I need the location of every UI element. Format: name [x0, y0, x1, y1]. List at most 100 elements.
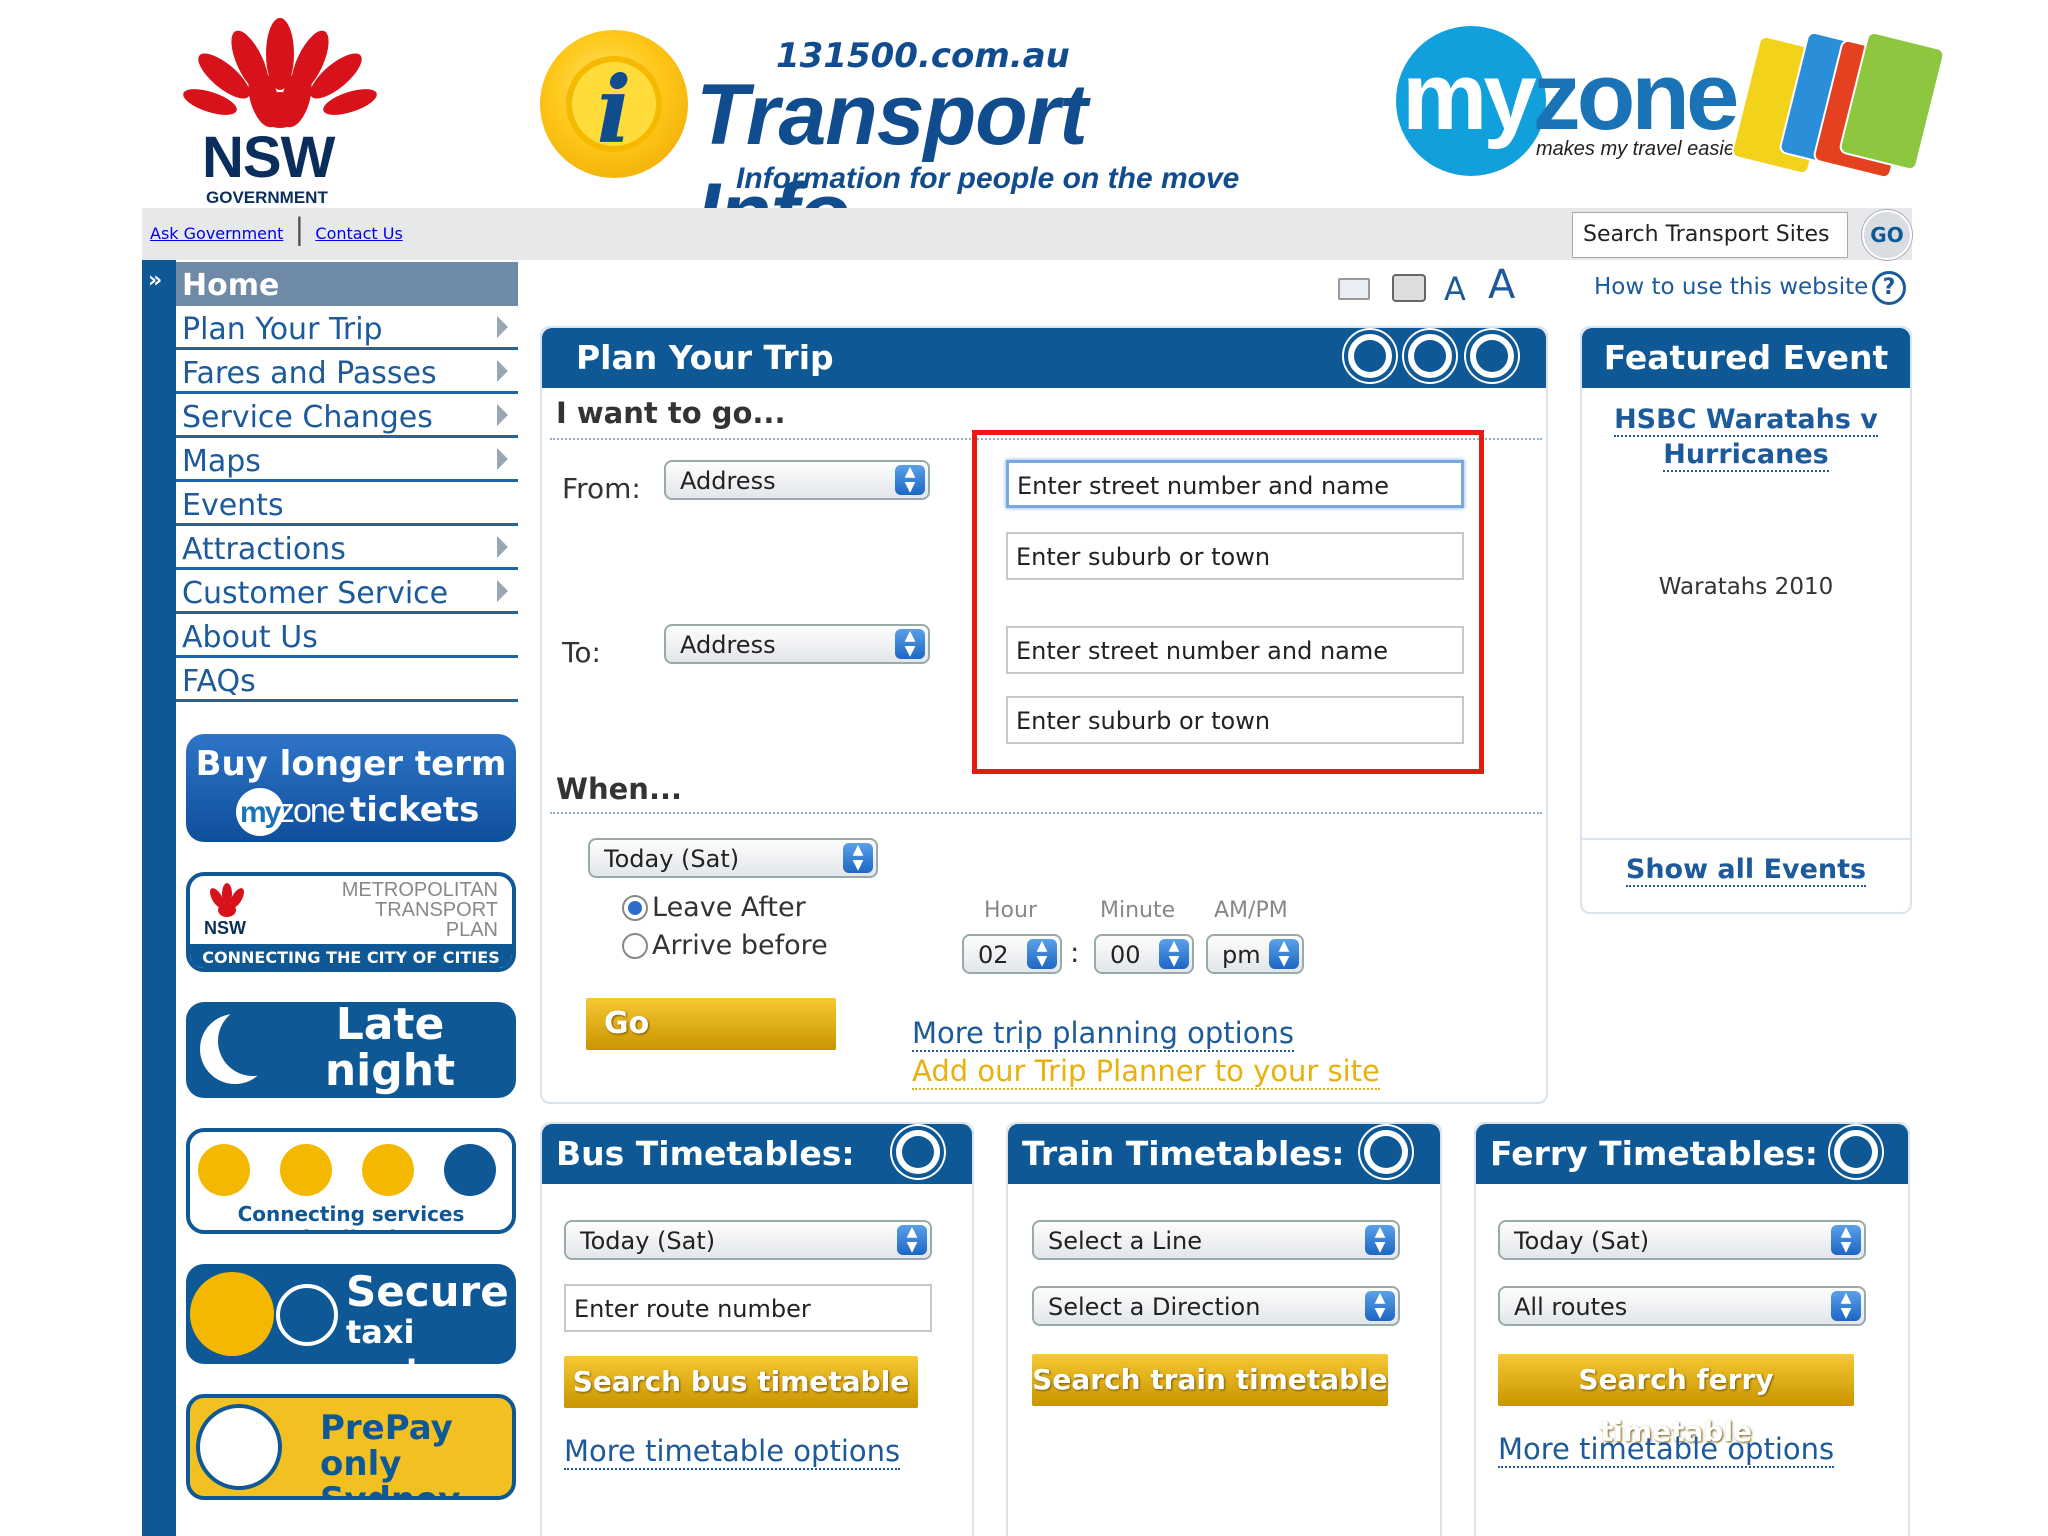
- hour-label: Hour: [984, 898, 1037, 923]
- from-label: From:: [562, 472, 641, 505]
- train-icon[interactable]: [1404, 330, 1456, 382]
- chevron-right-icon: [497, 536, 508, 558]
- promo-line: Buy longer term: [195, 744, 507, 784]
- promo-feedback-text: Connecting services feedback: [237, 1202, 465, 1230]
- waratah-mini-icon: [204, 882, 250, 918]
- email-page-icon[interactable]: [1338, 278, 1370, 300]
- chevron-updown-icon: ▲ ▼: [1831, 1225, 1861, 1255]
- to-suburb-input[interactable]: Enter suburb or town: [1006, 696, 1464, 744]
- font-small-button[interactable]: A: [1444, 270, 1466, 308]
- link-separator: |: [294, 212, 305, 246]
- featured-event-link[interactable]: HSBC Waratahs v Hurricanes: [1590, 404, 1902, 472]
- sidebar-item-label: Customer Service: [182, 576, 449, 611]
- sidebar-item-plan-your-trip[interactable]: Plan Your Trip: [176, 306, 518, 350]
- time-colon: :: [1070, 936, 1080, 969]
- train-direction-value: Select a Direction: [1048, 1293, 1261, 1321]
- sidebar-item-maps[interactable]: Maps: [176, 438, 518, 482]
- divider: [550, 812, 1542, 814]
- sidebar-item-events[interactable]: Events: [176, 482, 518, 526]
- chevron-updown-icon: ▲ ▼: [1269, 939, 1299, 969]
- sidebar-item-label: Service Changes: [182, 400, 433, 435]
- train-line-value: Select a Line: [1048, 1227, 1203, 1255]
- search-go-button[interactable]: GO: [1862, 210, 1912, 260]
- bus-icon[interactable]: [1466, 330, 1518, 382]
- show-all-events-link[interactable]: Show all Events: [1590, 854, 1902, 887]
- transport-info-logo[interactable]: i 131500.com.au Transport Info Informati…: [540, 22, 1260, 262]
- search-bus-timetable-button[interactable]: Search bus timetable: [564, 1356, 918, 1408]
- day-value: Today (Sat): [604, 845, 740, 873]
- sidebar-item-about-us[interactable]: About Us: [176, 614, 518, 658]
- search-ferry-timetable-button[interactable]: Search ferry timetable: [1498, 1354, 1854, 1448]
- ferry-icon[interactable]: [1344, 330, 1396, 382]
- leave-after-radio[interactable]: [622, 895, 648, 921]
- chevron-updown-icon: ▲ ▼: [1831, 1291, 1861, 1321]
- promo-metro-text: METROPOLITAN TRANSPORT PLAN: [341, 879, 498, 941]
- site-search-input[interactable]: Search Transport Sites: [1572, 212, 1848, 258]
- from-type-select[interactable]: Address ▲ ▼: [664, 460, 930, 500]
- chevron-updown-icon: ▲ ▼: [1159, 939, 1189, 969]
- promo-late-night[interactable]: Late nighttransport: [186, 1002, 516, 1098]
- promo-metropolitan-plan[interactable]: NSW METROPOLITAN TRANSPORT PLAN CONNECTING…: [186, 872, 516, 972]
- ferry-routes-value: All routes: [1514, 1293, 1628, 1321]
- ferry-icon: [1830, 1126, 1882, 1178]
- to-street-input[interactable]: Enter street number and name: [1006, 626, 1464, 674]
- myzone-tagline: makes my travel easier: [1536, 138, 1742, 160]
- search-train-timetable-button[interactable]: Search train timetable: [1032, 1354, 1388, 1406]
- to-type-select[interactable]: Address ▲ ▼: [664, 624, 930, 664]
- chevron-right-icon: [497, 316, 508, 338]
- arrive-before-radio[interactable]: [622, 933, 648, 959]
- promo-prepay-cbd[interactable]: PrePay onlySydney CBD: [186, 1394, 516, 1500]
- from-suburb-input[interactable]: Enter suburb or town: [1006, 532, 1464, 580]
- ferry-routes-select[interactable]: All routes ▲ ▼: [1498, 1286, 1866, 1326]
- plan-trip-title: Plan Your Trip: [576, 338, 834, 377]
- how-to-use-link[interactable]: How to use this website: [1594, 274, 1868, 300]
- ampm-select[interactable]: pm ▲ ▼: [1206, 934, 1304, 974]
- add-trip-planner-link[interactable]: Add our Trip Planner to your site: [912, 1054, 1380, 1090]
- email-icon: [444, 1144, 496, 1196]
- contact-us-link[interactable]: Contact Us: [315, 224, 402, 243]
- ferry-day-value: Today (Sat): [1514, 1227, 1650, 1255]
- train-direction-select[interactable]: Select a Direction ▲ ▼: [1032, 1286, 1400, 1326]
- chevron-updown-icon: ▲ ▼: [843, 843, 873, 873]
- bus-icon: [892, 1126, 944, 1178]
- ferry-timetable-panel: Ferry Timetables:: [1474, 1122, 1910, 1536]
- ferry-more-timetable-link[interactable]: More timetable options: [1498, 1432, 1835, 1468]
- myzone-wordmark: myzone: [1402, 43, 1739, 150]
- hour-select[interactable]: 02 ▲ ▼: [962, 934, 1062, 974]
- from-street-input[interactable]: Enter street number and name: [1006, 460, 1464, 508]
- day-select[interactable]: Today (Sat) ▲ ▼: [588, 838, 878, 878]
- font-large-button[interactable]: A: [1488, 262, 1515, 308]
- promo-late-text: Late nighttransport: [273, 1002, 507, 1098]
- bus-day-value: Today (Sat): [580, 1227, 716, 1255]
- sidebar-item-customer-service[interactable]: Customer Service: [176, 570, 518, 614]
- to-type-value: Address: [680, 631, 776, 659]
- plan-trip-go-button[interactable]: Go: [586, 998, 836, 1050]
- print-icon[interactable]: [1392, 274, 1426, 302]
- promo-myzone-tickets[interactable]: Buy longer term my zone tickets: [186, 734, 516, 842]
- myzone-logo[interactable]: myzone makes my travel easier: [1396, 20, 1947, 180]
- sidebar-item-service-changes[interactable]: Service Changes: [176, 394, 518, 438]
- sidebar-item-home[interactable]: Home: [176, 262, 518, 306]
- sidebar-item-faqs[interactable]: FAQs: [176, 658, 518, 702]
- chevron-updown-icon: ▲ ▼: [1365, 1291, 1395, 1321]
- more-trip-options-link[interactable]: More trip planning options: [912, 1016, 1294, 1052]
- from-type-value: Address: [680, 467, 776, 495]
- help-icon[interactable]: ?: [1872, 271, 1906, 305]
- taxi-icon: [190, 1272, 274, 1356]
- ferry-day-select[interactable]: Today (Sat) ▲ ▼: [1498, 1220, 1866, 1260]
- sidebar-item-attractions[interactable]: Attractions: [176, 526, 518, 570]
- chevron-right-icon: [497, 360, 508, 382]
- chevron-updown-icon: ▲ ▼: [895, 465, 925, 495]
- nsw-government-logo[interactable]: NSW GOVERNMENT: [180, 14, 380, 207]
- ask-government-link[interactable]: Ask Government: [150, 224, 283, 243]
- minute-select[interactable]: 00 ▲ ▼: [1094, 934, 1194, 974]
- ferry-timetable-title: Ferry Timetables:: [1490, 1134, 1818, 1173]
- train-line-select[interactable]: Select a Line ▲ ▼: [1032, 1220, 1400, 1260]
- bus-more-timetable-link[interactable]: More timetable options: [564, 1434, 901, 1470]
- promo-secure-taxi[interactable]: Securetaxi ranks: [186, 1264, 516, 1364]
- promo-connecting-feedback[interactable]: Connecting services feedback: [186, 1128, 516, 1234]
- bus-route-input[interactable]: Enter route number: [564, 1284, 932, 1332]
- sidebar-item-fares-and-passes[interactable]: Fares and Passes: [176, 350, 518, 394]
- bus-day-select[interactable]: Today (Sat) ▲ ▼: [564, 1220, 932, 1260]
- sidebar-item-label: Events: [182, 488, 284, 523]
